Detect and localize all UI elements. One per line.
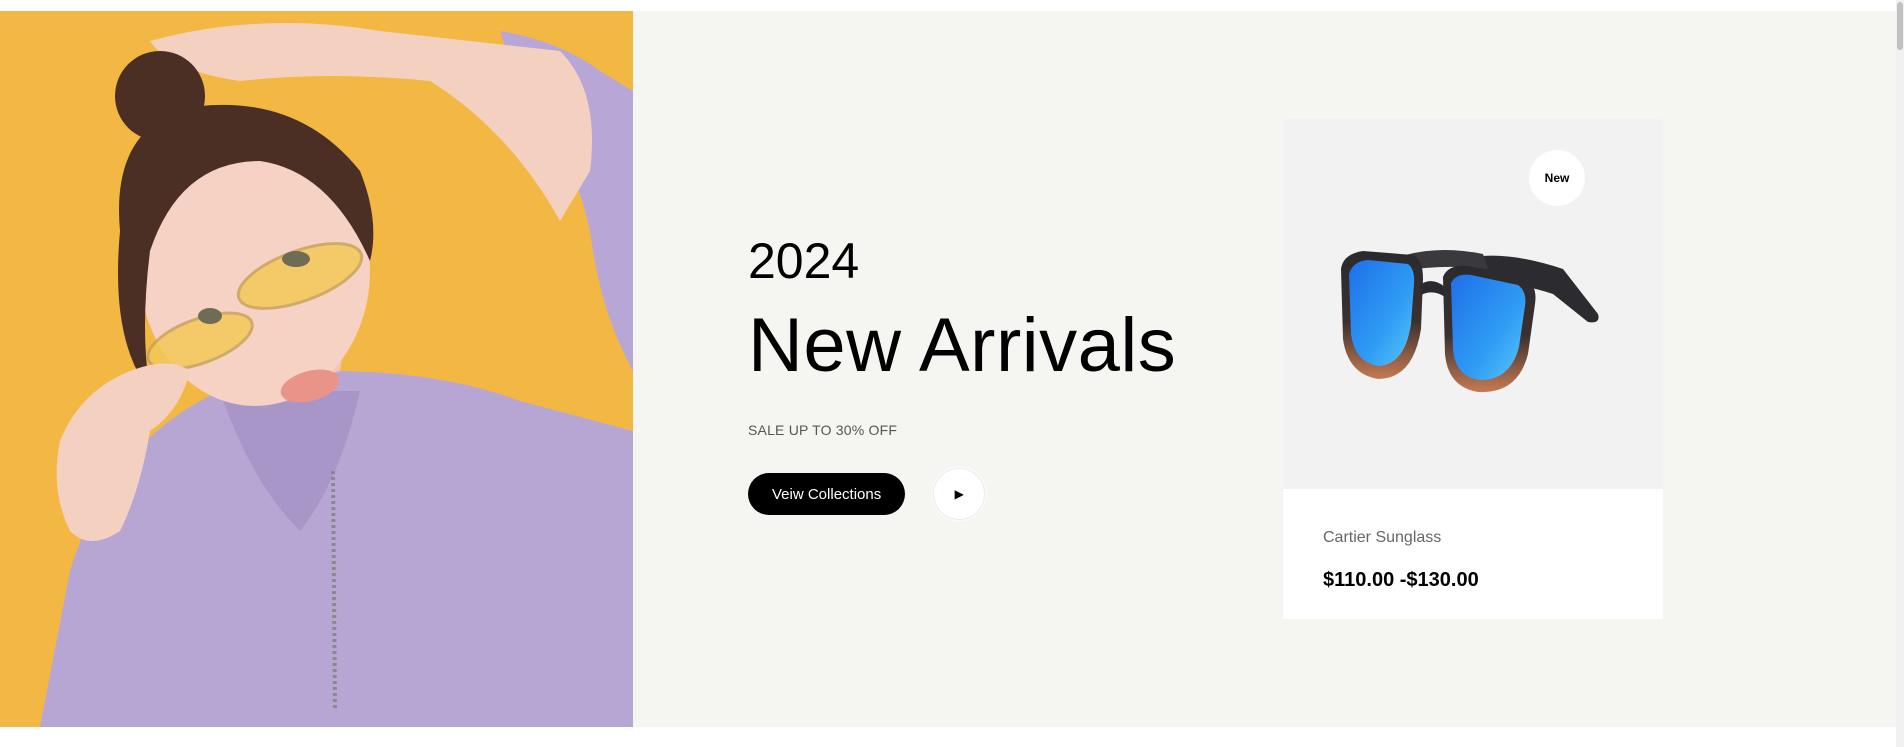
hero-image	[0, 11, 633, 727]
view-collections-button[interactable]: Veiw Collections	[748, 473, 906, 515]
product-card[interactable]: New Cartier Sunglass $110.00 -$130.00	[1283, 119, 1663, 619]
hero-subtitle: SALE UP TO 30% OFF	[748, 422, 898, 438]
cta-row: Veiw Collections ▶	[748, 468, 1248, 520]
new-badge: New	[1529, 150, 1585, 206]
play-video-button[interactable]: ▶	[933, 468, 986, 520]
hero-section: 2024 New Arrivals SALE UP TO 30% OFF Vei…	[0, 11, 1904, 727]
hero-title: New Arrivals	[748, 303, 1177, 388]
scrollbar-thumb[interactable]	[1897, 2, 1903, 50]
product-name[interactable]: Cartier Sunglass	[1323, 529, 1623, 547]
page: 2024 New Arrivals SALE UP TO 30% OFF Vei…	[0, 0, 1904, 747]
product-price: $110.00 -$130.00	[1323, 569, 1479, 591]
hero-year: 2024	[748, 233, 860, 289]
play-icon: ▶	[954, 487, 964, 501]
product-info: Cartier Sunglass $110.00 -$130.00	[1283, 489, 1663, 592]
hero-text-block: 2024 New Arrivals SALE UP TO 30% OFF Vei…	[748, 236, 1248, 520]
product-image[interactable]: New	[1283, 119, 1663, 489]
page-scrollbar[interactable]	[1896, 0, 1904, 747]
